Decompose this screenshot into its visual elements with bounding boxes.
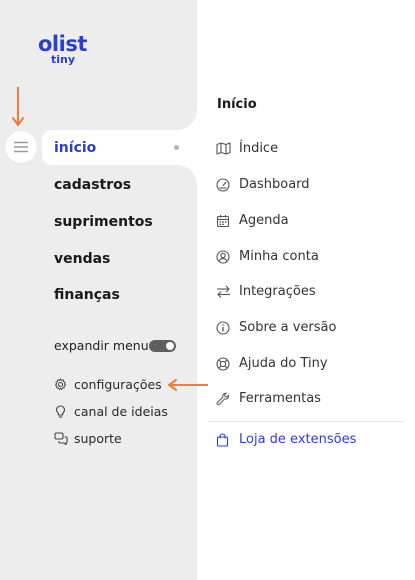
- logo-name: olist: [38, 32, 87, 56]
- loja-de-extensoes-label: Loja de extensões: [239, 432, 357, 447]
- user-circle-icon: [216, 250, 230, 264]
- sidebar-item-vendas[interactable]: vendas: [54, 250, 110, 268]
- sidebar-item-suprimentos[interactable]: suprimentos: [54, 213, 153, 231]
- annotation-arrow-down: [12, 87, 24, 126]
- sidebar-item-inicio[interactable]: início: [54, 139, 96, 157]
- gear-icon: [54, 378, 67, 391]
- panel-item-label: Índice: [239, 141, 279, 156]
- map-icon: [216, 142, 231, 155]
- active-tab-curve-bottom: [177, 165, 197, 185]
- active-indicator-dot: [174, 145, 179, 150]
- logo-sub: tiny: [51, 53, 76, 66]
- menu-toggle-button[interactable]: [5, 131, 37, 163]
- shopping-bag-icon: [216, 433, 229, 447]
- panel-title: Início: [217, 97, 257, 112]
- hamburger-icon: [14, 141, 28, 153]
- panel-item-label: Minha conta: [239, 249, 319, 264]
- toggle-knob: [166, 342, 174, 350]
- lightbulb-icon: [55, 405, 66, 418]
- chat-icon: [54, 432, 68, 445]
- panel-item-label: Sobre a versão: [239, 320, 337, 335]
- sidebar-item-cadastros[interactable]: cadastros: [54, 176, 131, 194]
- panel-divider: [208, 421, 405, 422]
- calendar-icon: [216, 215, 230, 228]
- canal-de-ideias-label: canal de ideias: [74, 404, 168, 419]
- configuracoes-label: configurações: [74, 377, 162, 392]
- wrench-icon: [216, 392, 230, 406]
- annotation-arrow-left: [168, 379, 208, 391]
- swap-arrows-icon: [217, 285, 230, 298]
- olist-tiny-logo[interactable]: olist tiny: [38, 32, 87, 66]
- suporte-label: suporte: [74, 431, 122, 446]
- info-icon: [216, 321, 230, 335]
- expand-menu-label: expandir menu: [54, 338, 149, 353]
- active-tab-curve-top: [177, 110, 197, 130]
- panel-item-label: Ferramentas: [239, 391, 321, 406]
- gauge-icon: [216, 178, 230, 192]
- panel-item-label: Integrações: [239, 284, 316, 299]
- panel-item-label: Ajuda do Tiny: [239, 356, 328, 371]
- panel-item-label: Agenda: [239, 213, 289, 228]
- sidebar-item-financas[interactable]: finanças: [54, 286, 120, 304]
- lifebuoy-icon: [216, 357, 230, 371]
- expand-menu-toggle[interactable]: [149, 340, 176, 352]
- panel-item-label: Dashboard: [239, 177, 310, 192]
